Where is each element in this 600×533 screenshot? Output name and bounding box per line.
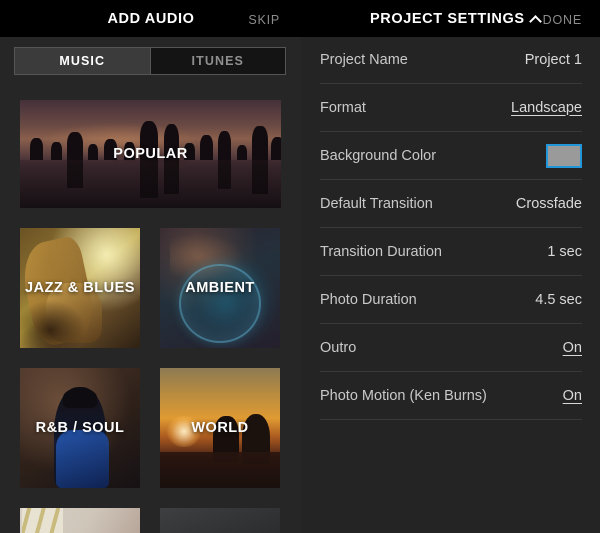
setting-row-outro[interactable]: Outro On: [320, 324, 582, 372]
setting-row-transition-duration[interactable]: Transition Duration 1 sec: [320, 228, 582, 276]
setting-label: Photo Duration: [320, 291, 417, 308]
project-settings-panel: PROJECT SETTINGS DONE Project Name Proje…: [302, 0, 600, 533]
category-label: R&B / SOUL: [35, 420, 125, 436]
tab-music[interactable]: MUSIC: [15, 48, 150, 74]
setting-row-format[interactable]: Format Landscape: [320, 84, 582, 132]
setting-row-photo-motion[interactable]: Photo Motion (Ken Burns) On: [320, 372, 582, 420]
partial-artwork-right: [160, 508, 280, 533]
chevron-up-icon[interactable]: [528, 14, 542, 28]
setting-row-background-color[interactable]: Background Color: [320, 132, 582, 180]
project-settings-title[interactable]: PROJECT SETTINGS: [370, 11, 542, 28]
audio-source-tabs: MUSIC ITUNES: [14, 47, 286, 75]
category-tile-ambient[interactable]: AMBIENT: [160, 228, 280, 348]
category-tile-partial-right[interactable]: [160, 508, 280, 533]
category-tile-rnb-soul[interactable]: R&B / SOUL: [20, 368, 140, 488]
setting-value[interactable]: Project 1: [525, 52, 582, 68]
category-tile-jazz-blues[interactable]: JAZZ & BLUES: [20, 228, 140, 348]
setting-label: Format: [320, 99, 366, 116]
category-tile-partial-left[interactable]: [20, 508, 140, 533]
tab-music-label: MUSIC: [59, 54, 106, 68]
sphere-ring: [179, 264, 261, 344]
blue-jacket: [56, 430, 109, 488]
tab-itunes[interactable]: ITUNES: [150, 48, 285, 74]
category-label: WORLD: [191, 420, 249, 436]
category-label: JAZZ & BLUES: [25, 280, 135, 296]
setting-value[interactable]: Crossfade: [516, 196, 582, 212]
hat-shape: [63, 388, 97, 408]
setting-label: Default Transition: [320, 195, 433, 212]
striped-fabric: [22, 508, 64, 533]
skip-button[interactable]: SKIP: [248, 13, 280, 27]
setting-value[interactable]: 1 sec: [547, 244, 582, 260]
setting-value[interactable]: On: [563, 340, 582, 356]
ground-shadow: [160, 452, 280, 488]
partial-artwork-left: [20, 508, 140, 533]
setting-label: Photo Motion (Ken Burns): [320, 387, 487, 404]
project-settings-header[interactable]: PROJECT SETTINGS DONE: [302, 0, 600, 37]
done-button[interactable]: DONE: [543, 13, 582, 27]
setting-value[interactable]: Landscape: [511, 100, 582, 116]
tab-itunes-label: ITUNES: [191, 54, 244, 68]
setting-label: Project Name: [320, 52, 408, 68]
setting-label: Outro: [320, 339, 357, 356]
water-reflection: [20, 160, 281, 208]
setting-label: Transition Duration: [320, 243, 442, 260]
category-label: POPULAR: [113, 146, 188, 162]
add-audio-panel: ADD AUDIO SKIP MUSIC ITUNES POPULAR JAZZ…: [0, 0, 302, 533]
setting-row-photo-duration[interactable]: Photo Duration 4.5 sec: [320, 276, 582, 324]
settings-list: Project Name Project 1 Format Landscape …: [302, 37, 600, 420]
category-label: AMBIENT: [185, 280, 255, 296]
setting-value[interactable]: 4.5 sec: [535, 292, 582, 308]
shadow-overlay: [20, 300, 86, 348]
setting-value[interactable]: On: [563, 388, 582, 404]
app-root: ADD AUDIO SKIP MUSIC ITUNES POPULAR JAZZ…: [0, 0, 600, 533]
category-tile-world[interactable]: WORLD: [160, 368, 280, 488]
background-color-swatch[interactable]: [546, 143, 582, 168]
setting-row-default-transition[interactable]: Default Transition Crossfade: [320, 180, 582, 228]
add-audio-header: ADD AUDIO SKIP: [0, 0, 302, 37]
project-settings-title-label: PROJECT SETTINGS: [370, 11, 525, 27]
setting-row-project-name[interactable]: Project Name Project 1: [320, 37, 582, 84]
setting-label: Background Color: [320, 147, 437, 164]
category-tile-popular[interactable]: POPULAR: [20, 100, 281, 208]
